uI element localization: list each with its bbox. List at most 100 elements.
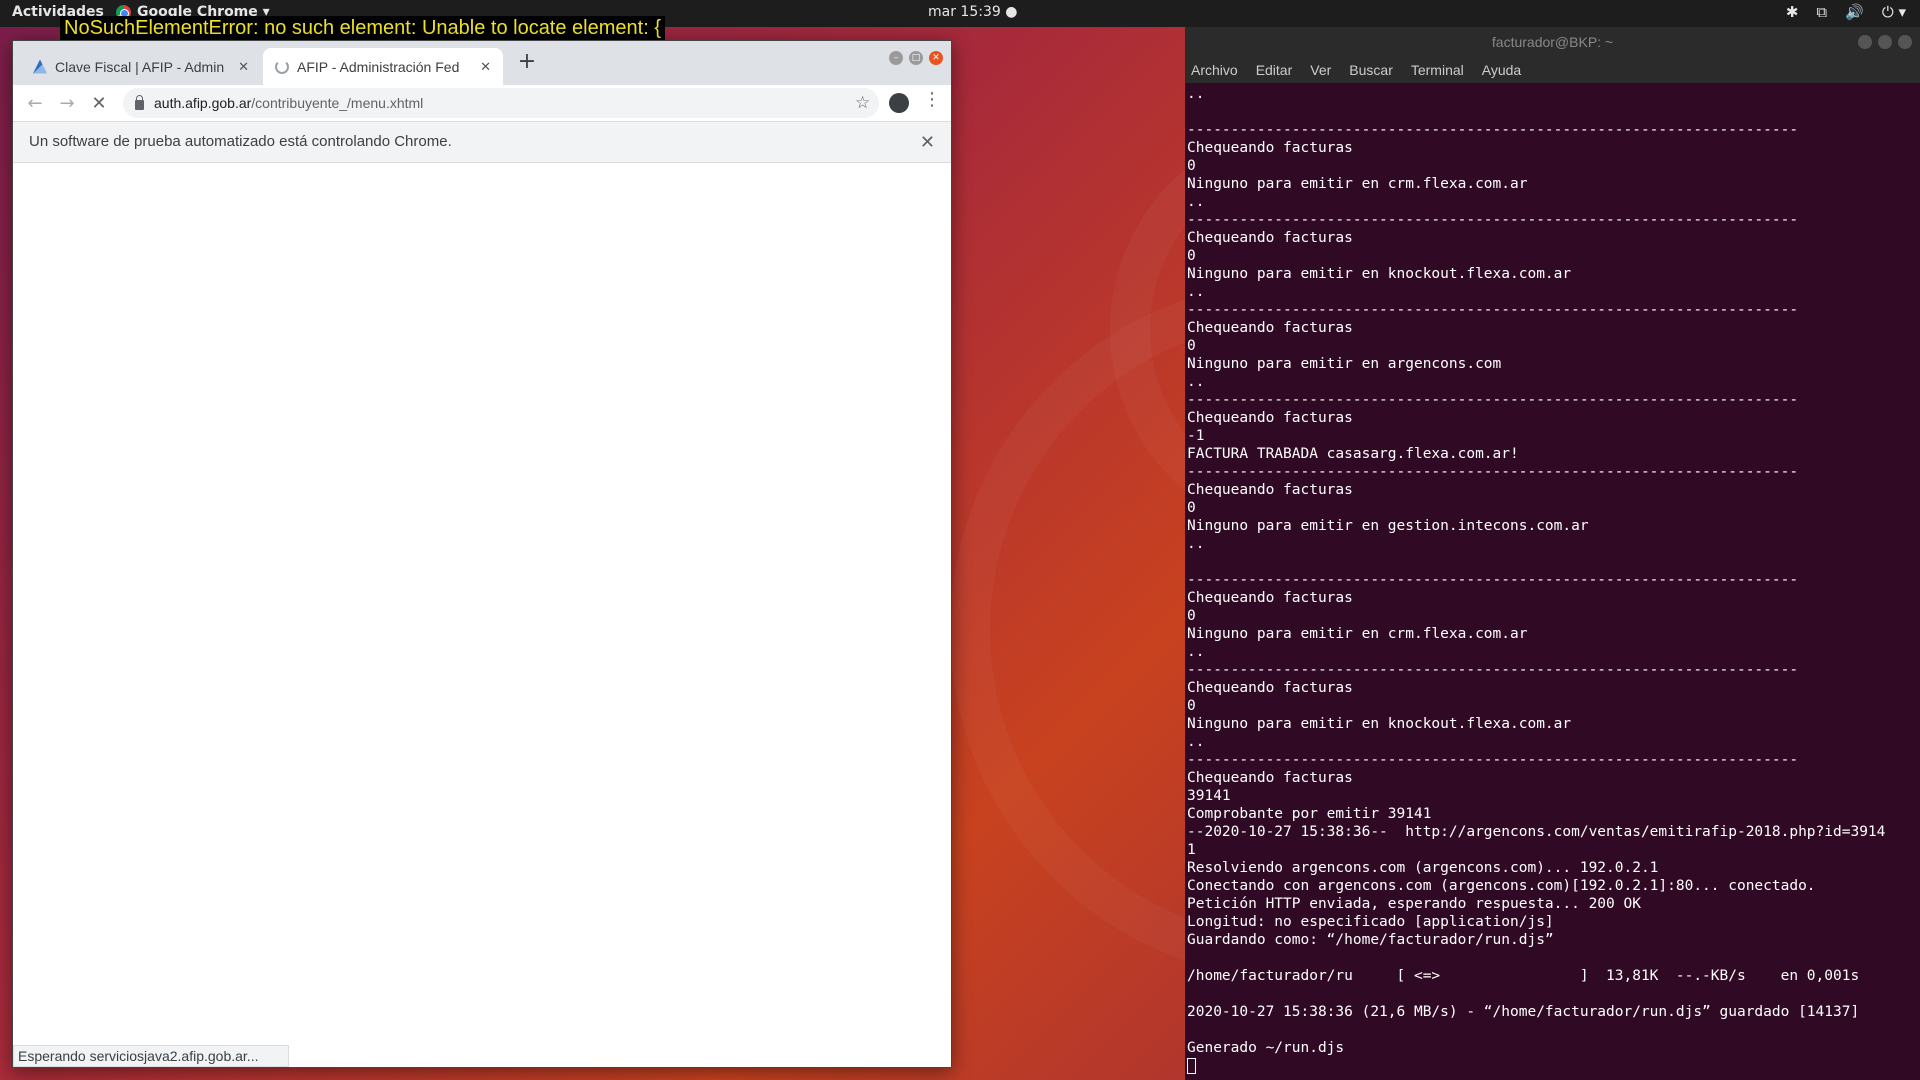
terminal-line: 0 <box>1187 158 1196 174</box>
forward-button[interactable]: → <box>51 93 83 114</box>
maximize-button[interactable] <box>1878 35 1892 49</box>
terminal-line: Chequeando facturas <box>1187 230 1353 246</box>
tab-close-icon[interactable]: ✕ <box>480 59 491 75</box>
url-host: auth.afip.gob.ar <box>154 95 252 111</box>
close-window-button[interactable] <box>1898 35 1912 49</box>
infobar-close-icon[interactable]: ✕ <box>920 122 935 162</box>
network-icon[interactable]: ⧉ <box>1816 3 1827 21</box>
terminal-line: 39141 <box>1187 788 1231 804</box>
infobar-text: Un software de prueba automatizado está … <box>29 133 452 150</box>
tab-afip-administracion[interactable]: AFIP - Administración Fed ✕ <box>263 48 503 85</box>
stop-loading-button[interactable]: ✕ <box>83 93 115 114</box>
terminal-line: Ninguno para emitir en crm.flexa.com.ar <box>1187 626 1528 642</box>
terminal-line: .. <box>1187 194 1205 210</box>
terminal-line: FACTURA TRABADA casasarg.flexa.com.ar! <box>1187 446 1519 462</box>
maximize-button[interactable]: □ <box>909 51 923 65</box>
minimize-button[interactable] <box>1858 35 1872 49</box>
error-overlay: NoSuchElementError: no such element: Una… <box>60 16 665 40</box>
terminal-line: Petición HTTP enviada, esperando respues… <box>1187 896 1641 912</box>
clock[interactable]: mar 15:39 ● <box>928 4 1017 20</box>
terminal-line: .. <box>1187 734 1205 750</box>
terminal-line: ----------------------------------------… <box>1187 302 1799 318</box>
terminal-line: 0 <box>1187 338 1196 354</box>
address-bar[interactable]: auth.afip.gob.ar/contribuyente_/menu.xht… <box>123 88 879 118</box>
terminal-line: .. <box>1187 644 1205 660</box>
status-bubble: Esperando serviciosjava2.afip.gob.ar... <box>13 1045 290 1067</box>
volume-icon[interactable]: 🔊 <box>1845 3 1864 21</box>
terminal-line: Guardando como: “/home/facturador/run.dj… <box>1187 932 1554 948</box>
menu-terminal[interactable]: Terminal <box>1411 57 1464 83</box>
terminal-titlebar: facturador@BKP: ~ <box>1185 27 1920 57</box>
terminal-line: 0 <box>1187 248 1196 264</box>
profile-avatar-icon[interactable] <box>889 93 909 113</box>
tab-close-icon[interactable]: ✕ <box>238 59 249 75</box>
terminal-line: --2020-10-27 15:38:36-- http://argencons… <box>1187 824 1886 840</box>
terminal-line: /home/facturador/ru [ <=> ] 13,81K --.-K… <box>1187 968 1860 984</box>
terminal-window: facturador@BKP: ~ Archivo Editar Ver Bus… <box>1185 27 1920 1080</box>
terminal-line: ----------------------------------------… <box>1187 752 1799 768</box>
bookmark-star-icon[interactable]: ☆ <box>855 88 870 118</box>
terminal-line: Comprobante por emitir 39141 <box>1187 806 1432 822</box>
terminal-menubar: Archivo Editar Ver Buscar Terminal Ayuda <box>1185 57 1920 83</box>
terminal-line: .. <box>1187 86 1205 102</box>
chrome-window: Clave Fiscal | AFIP - Admin ✕ AFIP - Adm… <box>12 40 952 1068</box>
tab-strip: Clave Fiscal | AFIP - Admin ✕ AFIP - Adm… <box>13 41 951 85</box>
back-button[interactable]: ← <box>19 93 51 114</box>
tab-title: Clave Fiscal | AFIP - Admin <box>55 58 225 75</box>
terminal-line: Generado ~/run.djs <box>1187 1040 1345 1056</box>
url-text: auth.afip.gob.ar/contribuyente_/menu.xht… <box>154 95 423 111</box>
terminal-line: ----------------------------------------… <box>1187 392 1799 408</box>
terminal-line: -1 <box>1187 428 1205 444</box>
menu-editar[interactable]: Editar <box>1256 57 1293 83</box>
power-icon[interactable]: ⏻ ▾ <box>1882 3 1906 21</box>
new-tab-button[interactable]: + <box>513 49 541 74</box>
terminal-line: 2020-10-27 15:38:36 (21,6 MB/s) - “/home… <box>1187 1004 1860 1020</box>
terminal-line: Resolviendo argencons.com (argencons.com… <box>1187 860 1659 876</box>
bluetooth-icon[interactable]: ✱ <box>1786 3 1799 21</box>
menu-ver[interactable]: Ver <box>1310 57 1331 83</box>
terminal-line: Ninguno para emitir en crm.flexa.com.ar <box>1187 176 1528 192</box>
terminal-line: ----------------------------------------… <box>1187 572 1799 588</box>
loading-spinner-icon <box>275 59 289 74</box>
tab-title: AFIP - Administración Fed <box>297 58 460 75</box>
terminal-line: Chequeando facturas <box>1187 770 1353 786</box>
terminal-line: .. <box>1187 284 1205 300</box>
terminal-line: ----------------------------------------… <box>1187 464 1799 480</box>
menu-archivo[interactable]: Archivo <box>1191 57 1238 83</box>
system-tray[interactable]: ✱ ⧉ 🔊 ⏻ ▾ <box>1786 3 1906 21</box>
chrome-menu-icon[interactable]: ⋮ <box>923 89 941 110</box>
terminal-output[interactable]: .. -------------------------------------… <box>1185 83 1920 1075</box>
tab-clave-fiscal[interactable]: Clave Fiscal | AFIP - Admin ✕ <box>21 48 261 85</box>
terminal-line: Ninguno para emitir en gestion.intecons.… <box>1187 518 1589 534</box>
terminal-line: Chequeando facturas <box>1187 140 1353 156</box>
terminal-line: Ninguno para emitir en argencons.com <box>1187 356 1502 372</box>
lock-icon[interactable] <box>135 94 144 110</box>
page-content: Esperando serviciosjava2.afip.gob.ar... <box>13 163 951 1067</box>
terminal-line: Longitud: no especificado [application/j… <box>1187 914 1554 930</box>
minimize-button[interactable]: – <box>889 51 903 65</box>
terminal-cursor <box>1187 1058 1196 1074</box>
menu-buscar[interactable]: Buscar <box>1349 57 1393 83</box>
url-path: /contribuyente_/menu.xhtml <box>251 95 424 111</box>
terminal-line: Chequeando facturas <box>1187 482 1353 498</box>
terminal-line: ----------------------------------------… <box>1187 662 1799 678</box>
menu-ayuda[interactable]: Ayuda <box>1482 57 1521 83</box>
terminal-line: Chequeando facturas <box>1187 680 1353 696</box>
terminal-window-controls <box>1858 35 1912 49</box>
terminal-line: Ninguno para emitir en knockout.flexa.co… <box>1187 716 1572 732</box>
window-controls: – □ ✕ <box>889 51 943 65</box>
terminal-line: ----------------------------------------… <box>1187 122 1799 138</box>
terminal-line: 0 <box>1187 500 1196 516</box>
terminal-line: Conectando con argencons.com (argencons.… <box>1187 878 1816 894</box>
automation-infobar: Un software de prueba automatizado está … <box>13 121 951 163</box>
close-window-button[interactable]: ✕ <box>929 51 943 65</box>
browser-toolbar: ← → ✕ auth.afip.gob.ar/contribuyente_/me… <box>13 85 951 121</box>
terminal-line: Chequeando facturas <box>1187 410 1353 426</box>
terminal-title: facturador@BKP: ~ <box>1491 34 1614 50</box>
terminal-line: .. <box>1187 536 1205 552</box>
terminal-line: 1 <box>1187 842 1196 858</box>
